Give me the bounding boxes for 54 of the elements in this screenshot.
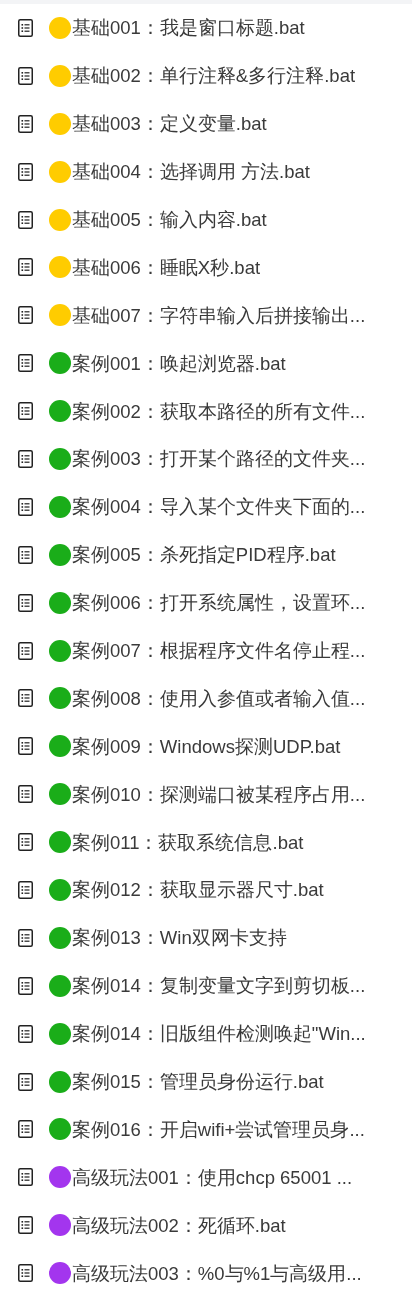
file-name[interactable]: 案例012：获取显示器尺寸.bat — [72, 877, 324, 903]
file-name[interactable]: 案例004：导入某个文件夹下面的... — [72, 494, 366, 520]
file-name[interactable]: 基础004：选择调用 方法.bat — [72, 159, 310, 185]
document-list-icon — [18, 1264, 33, 1283]
document-list-icon — [18, 497, 33, 516]
file-name[interactable]: 案例003：打开某个路径的文件夹... — [72, 446, 366, 472]
file-name[interactable]: 案例001：唤起浏览器.bat — [72, 350, 286, 376]
document-list-icon — [18, 976, 33, 995]
document-list-icon — [18, 162, 33, 181]
file-name[interactable]: 高级玩法003：%0与%1与高级用... — [72, 1260, 362, 1286]
document-list-icon — [18, 689, 33, 708]
file-name[interactable]: 高级玩法002：死循环.bat — [72, 1212, 286, 1238]
document-list-icon — [18, 354, 33, 373]
document-list-icon — [18, 545, 33, 564]
document-list-icon — [18, 833, 33, 852]
document-list-icon — [18, 66, 33, 85]
document-list-icon — [18, 641, 33, 660]
file-name[interactable]: 基础006：睡眠X秒.bat — [72, 254, 261, 280]
file-name[interactable]: 基础007：字符串输入后拼接输出... — [72, 302, 366, 328]
document-list-icon — [18, 928, 33, 947]
file-name[interactable]: 案例007：根据程序文件名停止程... — [72, 638, 366, 663]
file-name[interactable]: 基础003：定义变量.bat — [72, 111, 267, 137]
document-list-icon — [18, 785, 33, 804]
file-name[interactable]: 案例011：获取系统信息.bat — [72, 829, 304, 855]
document-list-icon — [18, 880, 33, 899]
document-list-icon — [18, 114, 33, 133]
file-name[interactable]: 案例013：Win双网卡支持 — [72, 925, 287, 951]
document-list-icon — [18, 306, 33, 325]
document-list-icon — [18, 258, 33, 277]
document-list-icon — [18, 1168, 33, 1187]
file-name[interactable]: 高级玩法001：使用chcp 65001 ... — [72, 1164, 353, 1190]
file-name[interactable]: 案例016：开启wifi+尝试管理员身... — [72, 1116, 365, 1142]
file-name[interactable]: 案例015：管理员身份运行.bat — [72, 1069, 324, 1095]
document-list-icon — [18, 210, 33, 229]
document-list-icon — [18, 1216, 33, 1235]
document-list-icon — [18, 402, 33, 421]
file-name[interactable]: 案例006：打开系统属性，设置环... — [72, 590, 366, 616]
document-list-icon — [18, 1072, 33, 1091]
document-list-icon — [18, 449, 33, 468]
document-list-icon — [18, 593, 33, 612]
document-list-icon — [18, 737, 33, 756]
file-name[interactable]: 案例014：旧版组件检测唤起"Win... — [72, 1021, 366, 1047]
document-list-icon — [18, 1120, 33, 1139]
file-name[interactable]: 案例002：获取本路径的所有文件... — [72, 398, 366, 424]
document-list-icon — [18, 18, 33, 37]
file-name[interactable]: 基础005：输入内容.bat — [72, 207, 267, 232]
file-name[interactable]: 案例005：杀死指定PID程序.bat — [72, 542, 336, 568]
file-name[interactable]: 基础001：我是窗口标题.bat — [72, 15, 305, 41]
document-list-icon — [18, 1024, 33, 1043]
file-name[interactable]: 基础002：单行注释&多行注释.bat — [72, 63, 356, 89]
file-name[interactable]: 案例010：探测端口被某程序占用... — [72, 781, 366, 807]
file-name[interactable]: 案例009：Windows探测UDP.bat — [72, 733, 341, 759]
file-name[interactable]: 案例014：复制变量文字到剪切板... — [72, 973, 366, 999]
file-name[interactable]: 案例008：使用入参值或者输入值... — [72, 685, 366, 711]
